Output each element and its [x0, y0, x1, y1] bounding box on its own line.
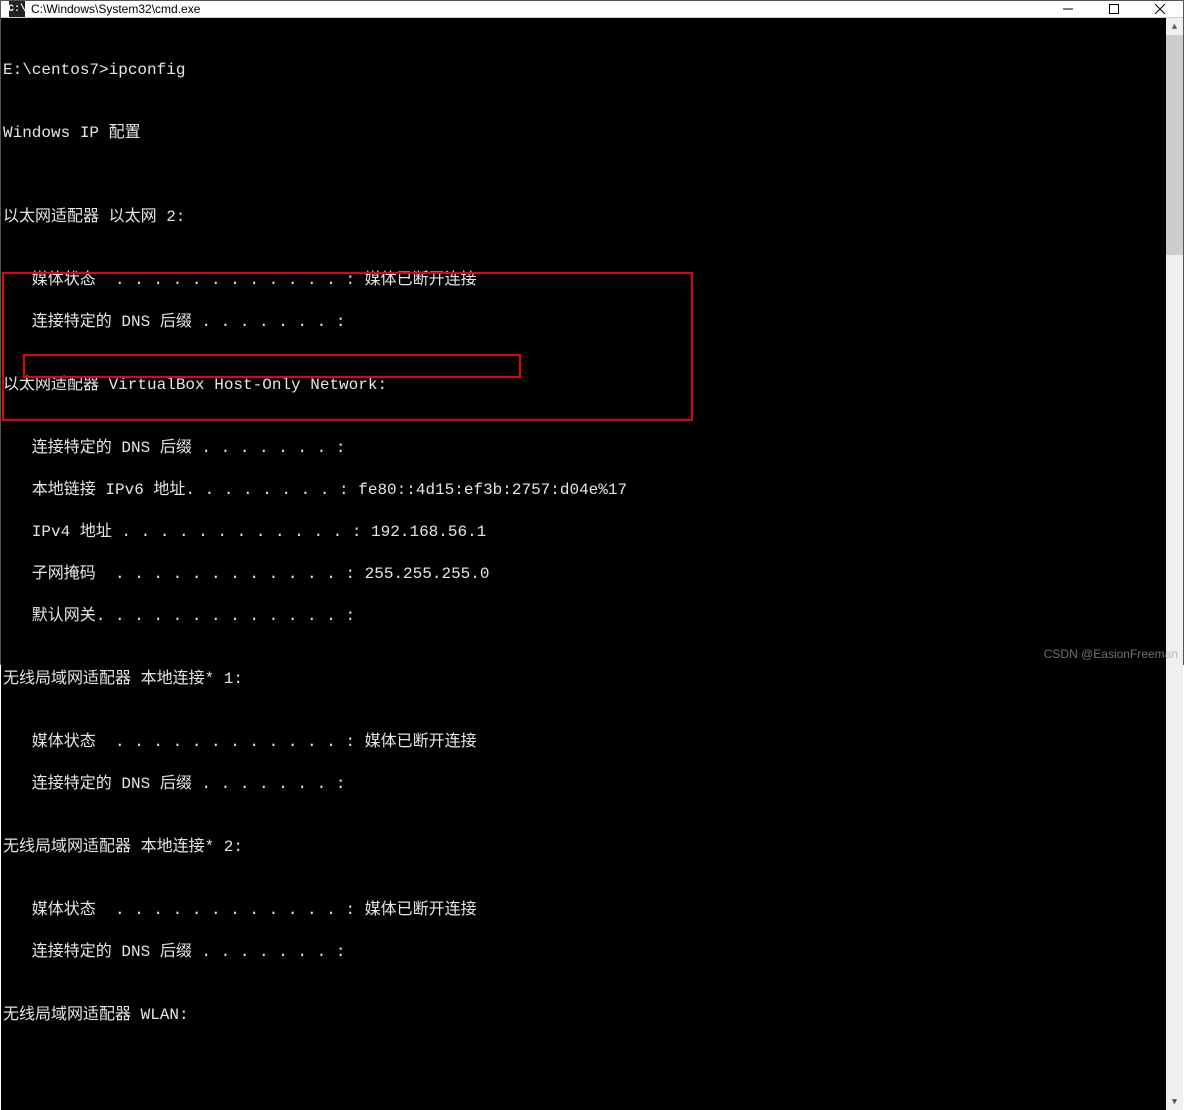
close-icon: [1155, 4, 1165, 14]
adapter-media-state: 媒体状态 . . . . . . . . . . . . : 媒体已断开连接: [3, 270, 1164, 291]
adapter-title: 以太网适配器 以太网 2:: [3, 207, 1164, 228]
adapter-media-state: 媒体状态 . . . . . . . . . . . . : 媒体已断开连接: [3, 900, 1164, 921]
ipconfig-header: Windows IP 配置: [3, 123, 1164, 144]
scrollbar-vertical[interactable]: ▲ ▼: [1166, 18, 1183, 1110]
adapter-media-state: 媒体状态 . . . . . . . . . . . . : 媒体已断开连接: [3, 732, 1164, 753]
close-button[interactable]: [1137, 1, 1183, 17]
maximize-icon: [1109, 4, 1119, 14]
cmd-icon: C:\: [9, 1, 25, 17]
adapter-dns-suffix: 连接特定的 DNS 后缀 . . . . . . . :: [3, 942, 1164, 963]
scroll-down-icon[interactable]: ▼: [1166, 1093, 1183, 1110]
adapter-title: 无线局域网适配器 本地连接* 2:: [3, 837, 1164, 858]
terminal-area: E:\centos7>ipconfig Windows IP 配置 以太网适配器…: [1, 18, 1183, 1110]
minimize-icon: [1063, 4, 1073, 14]
adapter-title: 无线局域网适配器 WLAN:: [3, 1005, 1164, 1026]
cmd-window: C:\ C:\Windows\System32\cmd.exe E:\cento…: [0, 0, 1184, 665]
watermark: CSDN @EasionFreeman: [1044, 647, 1178, 661]
adapter-gateway: 默认网关. . . . . . . . . . . . . :: [3, 606, 1164, 627]
titlebar[interactable]: C:\ C:\Windows\System32\cmd.exe: [1, 1, 1183, 18]
window-title: C:\Windows\System32\cmd.exe: [31, 2, 1045, 16]
adapter-ipv4: IPv4 地址 . . . . . . . . . . . . : 192.16…: [3, 522, 1164, 543]
adapter-dns-suffix: 连接特定的 DNS 后缀 . . . . . . . :: [3, 438, 1164, 459]
adapter-subnet: 子网掩码 . . . . . . . . . . . . : 255.255.2…: [3, 564, 1164, 585]
highlight-box-adapter: [2, 272, 693, 421]
scroll-up-icon[interactable]: ▲: [1166, 18, 1183, 35]
terminal-output[interactable]: E:\centos7>ipconfig Windows IP 配置 以太网适配器…: [1, 18, 1166, 1110]
adapter-dns-suffix: 连接特定的 DNS 后缀 . . . . . . . :: [3, 774, 1164, 795]
adapter-dns-suffix: 连接特定的 DNS 后缀 . . . . . . . :: [3, 312, 1164, 333]
adapter-title: 以太网适配器 VirtualBox Host-Only Network:: [3, 375, 1164, 396]
window-controls: [1045, 1, 1183, 17]
prompt-line: E:\centos7>ipconfig: [3, 60, 1164, 81]
maximize-button[interactable]: [1091, 1, 1137, 17]
adapter-title: 无线局域网适配器 本地连接* 1:: [3, 669, 1164, 690]
adapter-ipv6: 本地链接 IPv6 地址. . . . . . . . : fe80::4d15…: [3, 480, 1164, 501]
minimize-button[interactable]: [1045, 1, 1091, 17]
scrollbar-thumb[interactable]: [1166, 35, 1183, 255]
